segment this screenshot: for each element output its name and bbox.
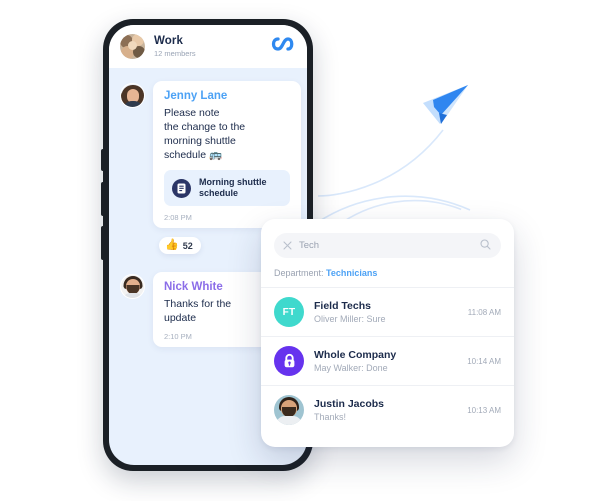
result-timestamp: 11:08 AM [467, 307, 501, 317]
result-preview: Thanks! [314, 412, 347, 422]
search-input[interactable]: Tech [274, 233, 501, 258]
illustration-canvas: Work 12 members Jenny Lane Please note t… [0, 0, 600, 501]
reaction-thumbsup[interactable]: 👍 52 [159, 237, 201, 254]
result-name: Justin Jacobs [314, 398, 385, 410]
result-preview: Oliver Miller: Sure [314, 314, 386, 324]
jenny-lane-avatar[interactable] [120, 83, 145, 108]
department-filter: Department: Technicians [274, 268, 501, 278]
phone-volume-down-button [101, 226, 104, 260]
message-timestamp: 2:10 PM [164, 332, 192, 341]
department-filter-value[interactable]: Technicians [326, 268, 377, 278]
message-attachment[interactable]: Morning shuttle schedule [164, 170, 290, 206]
result-timestamp: 10:13 AM [467, 405, 501, 415]
search-result-list: FT Field Techs Oliver Miller: Sure 11:08… [261, 287, 514, 434]
chat-title: Work [154, 34, 183, 47]
department-filter-label: Department: [274, 268, 324, 278]
chat-message: Jenny Lane Please note the change to the… [109, 81, 307, 228]
list-item[interactable]: FT Field Techs Oliver Miller: Sure 11:08… [261, 287, 514, 336]
paper-plane-icon [423, 85, 468, 124]
close-icon[interactable] [283, 241, 292, 250]
thumbs-up-icon: 👍 [165, 239, 179, 251]
list-item[interactable]: Whole Company May Walker: Done 10:14 AM [261, 336, 514, 385]
result-name: Field Techs [314, 300, 371, 312]
infinity-logo-icon [269, 36, 295, 57]
search-results-panel: Tech Department: Technicians FT Field Te… [261, 219, 514, 447]
nick-white-avatar[interactable] [120, 274, 145, 299]
justin-jacobs-avatar [274, 395, 304, 425]
group-photo-avatar[interactable] [120, 34, 145, 59]
reaction-count: 52 [182, 240, 193, 251]
list-item[interactable]: Justin Jacobs Thanks! 10:13 AM [261, 385, 514, 434]
message-text: Thanks for the update [164, 298, 232, 324]
lock-icon [274, 346, 304, 376]
search-icon[interactable] [480, 237, 491, 255]
result-name: Whole Company [314, 349, 397, 361]
result-preview: May Walker: Done [314, 363, 388, 373]
message-sender-name: Nick White [164, 281, 223, 293]
document-icon [172, 178, 191, 198]
result-timestamp: 10:14 AM [467, 356, 501, 366]
avatar-initials: FT [282, 306, 296, 318]
message-bubble[interactable]: Jenny Lane Please note the change to the… [153, 81, 301, 228]
message-text: Please note the change to the morning sh… [164, 107, 246, 161]
chat-header: Work 12 members [109, 25, 307, 68]
search-input-value: Tech [299, 240, 320, 251]
field-techs-avatar: FT [274, 297, 304, 327]
attachment-name: Morning shuttle schedule [199, 177, 267, 198]
message-sender-name: Jenny Lane [164, 90, 228, 102]
chat-member-count: 12 members [154, 49, 196, 58]
